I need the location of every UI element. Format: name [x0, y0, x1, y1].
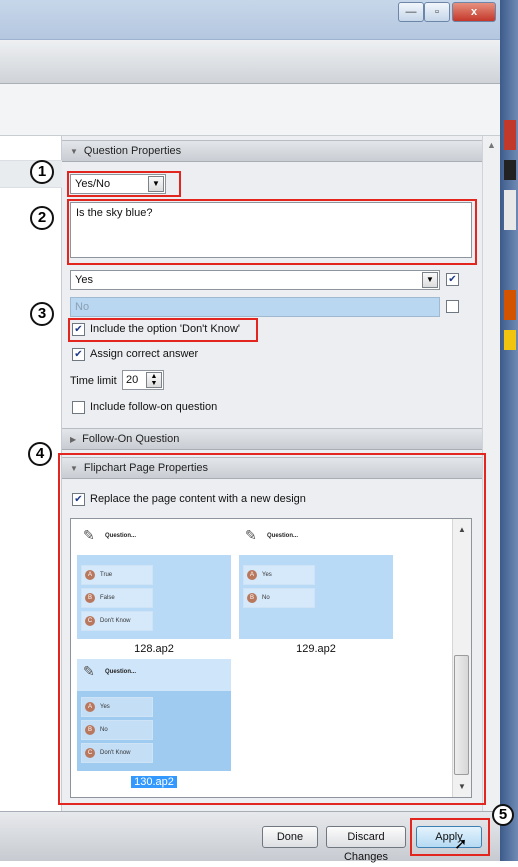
callout-3: 3: [30, 302, 54, 326]
answer-1-select[interactable]: Yes ▼: [70, 270, 440, 290]
strip-block: [504, 290, 516, 320]
background-app-strip: [500, 0, 518, 861]
highlight-box-3: [68, 318, 258, 342]
strip-block: [504, 330, 516, 350]
time-limit-label: Time limit: [70, 375, 117, 387]
highlight-box-4: [58, 453, 486, 805]
follow-on-question-header[interactable]: ▶ Follow-On Question: [62, 428, 482, 450]
collapse-triangle-icon: ▼: [70, 147, 78, 156]
close-button[interactable]: x: [452, 2, 496, 22]
chevron-down-icon[interactable]: ▼: [422, 272, 438, 288]
done-button[interactable]: Done: [262, 826, 318, 848]
highlight-box-5: [410, 818, 490, 856]
callout-5: 5: [492, 804, 514, 826]
callout-4: 4: [28, 442, 52, 466]
toolbar-secondary: [0, 84, 500, 136]
answer-2-correct-checkbox[interactable]: [446, 300, 459, 313]
spinner-arrows-icon[interactable]: ▲ ▼: [146, 372, 162, 388]
callout-1: 1: [30, 160, 54, 184]
follow-on-label: Include follow-on question: [90, 401, 218, 413]
assign-correct-label: Assign correct answer: [90, 348, 199, 360]
highlight-box-1: [67, 171, 181, 197]
answer-2-field[interactable]: No: [70, 297, 440, 317]
strip-block: [504, 190, 516, 230]
expand-triangle-icon: ▶: [70, 435, 77, 444]
left-pane: [0, 136, 62, 811]
minimize-button[interactable]: —: [398, 2, 424, 22]
strip-block: [504, 160, 516, 180]
follow-on-checkbox[interactable]: [72, 401, 85, 414]
highlight-box-2: [67, 199, 477, 265]
assign-correct-checkbox[interactable]: ✔: [72, 348, 85, 361]
toolbar-top: [0, 40, 500, 84]
discard-changes-button[interactable]: Discard Changes: [326, 826, 406, 863]
answer-1-correct-checkbox[interactable]: ✔: [446, 273, 459, 286]
callout-2: 2: [30, 206, 54, 230]
scroll-up-icon[interactable]: ▲: [487, 140, 496, 150]
strip-block: [504, 120, 516, 150]
window-controls: — ▫ x: [398, 2, 498, 26]
time-limit-stepper[interactable]: 20 ▲ ▼: [122, 370, 164, 390]
question-properties-header[interactable]: ▼ Question Properties: [62, 140, 482, 162]
maximize-button[interactable]: ▫: [424, 2, 450, 22]
